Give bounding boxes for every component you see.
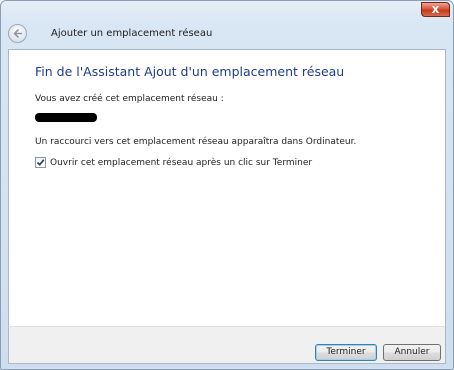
intro-text: Vous avez créé cet emplacement réseau : — [35, 94, 224, 104]
back-button[interactable] — [8, 24, 27, 43]
wizard-title: Ajouter un emplacement réseau — [51, 28, 213, 39]
wizard-title-bar: Ajouter un emplacement réseau — [1, 18, 453, 50]
shortcut-info-text: Un raccourci vers cet emplacement réseau… — [35, 137, 357, 147]
network-location-name-redacted — [35, 113, 97, 122]
close-icon: x — [431, 2, 440, 16]
back-arrow-icon — [13, 29, 23, 38]
cancel-button[interactable]: Annuler — [383, 344, 441, 361]
close-button[interactable]: x — [421, 2, 450, 17]
page-title: Fin de l'Assistant Ajout d'un emplacemen… — [35, 64, 345, 79]
checkmark-icon — [36, 159, 45, 166]
open-location-checkbox[interactable] — [35, 157, 46, 168]
button-bar: Terminer Annuler — [8, 326, 446, 364]
open-location-checkbox-label[interactable]: Ouvrir cet emplacement réseau après un c… — [50, 157, 312, 169]
wizard-content: Fin de l'Assistant Ajout d'un emplacemen… — [8, 49, 446, 326]
finish-button[interactable]: Terminer — [315, 344, 377, 361]
wizard-window: x Ajouter un emplacement réseau Fin de l… — [0, 0, 454, 370]
